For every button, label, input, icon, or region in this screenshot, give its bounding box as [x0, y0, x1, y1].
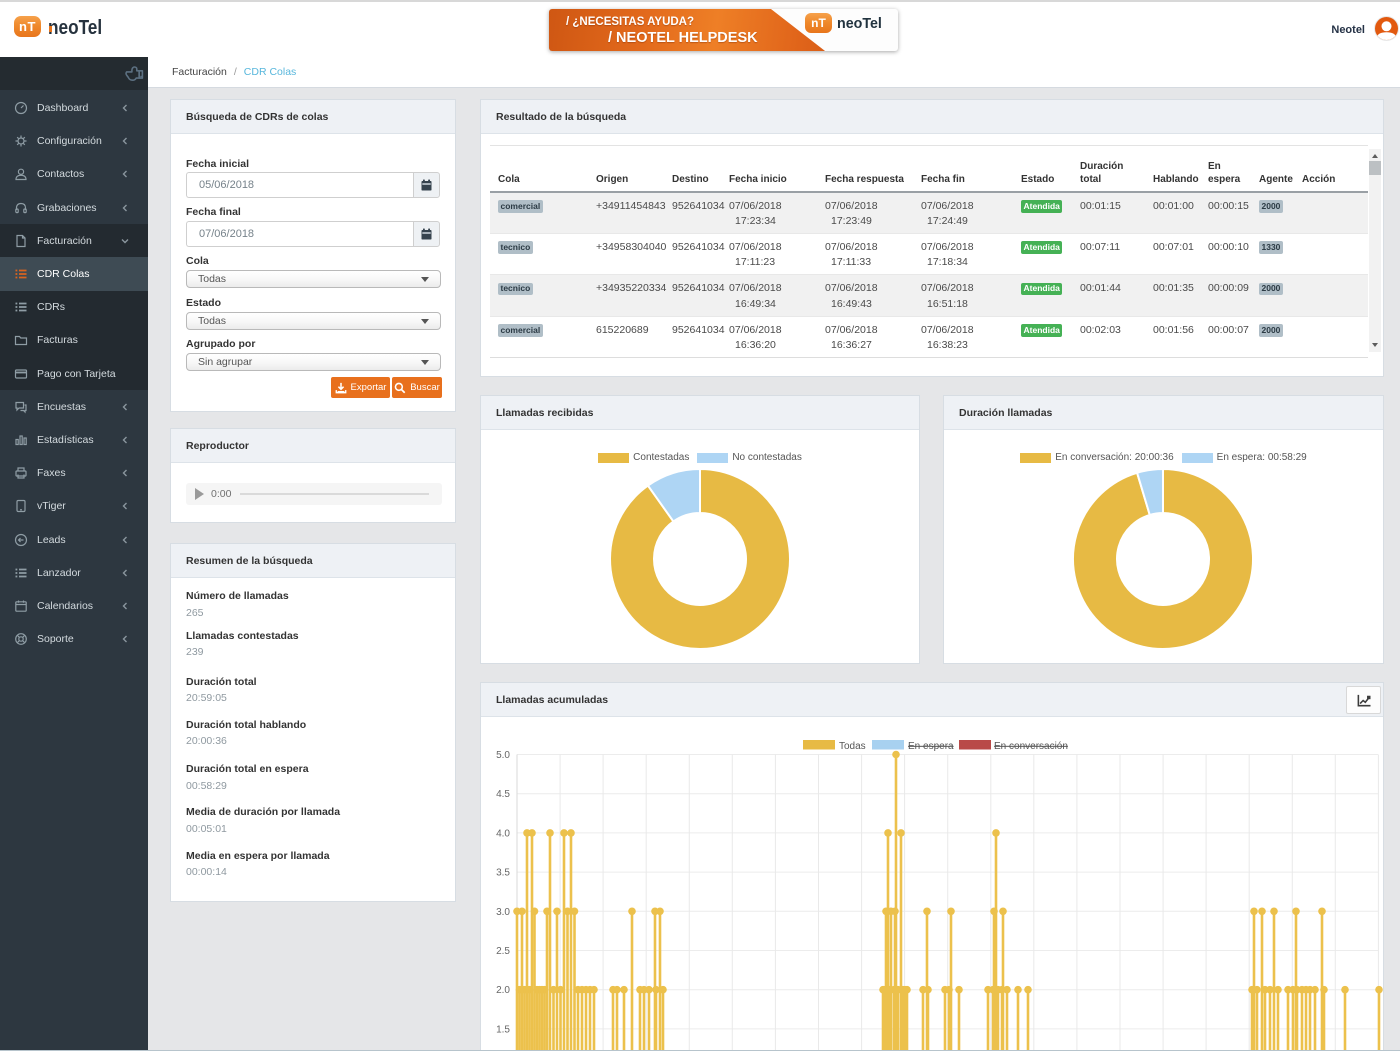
svg-text:Todas: Todas — [839, 741, 866, 752]
svg-text:4.0: 4.0 — [496, 828, 510, 839]
svg-text:3.5: 3.5 — [496, 868, 510, 879]
svg-text:1.5: 1.5 — [496, 1024, 510, 1035]
svg-text:2.5: 2.5 — [496, 946, 510, 957]
svg-text:En espera: En espera — [908, 741, 954, 752]
svg-text:En conversación: En conversación — [994, 741, 1068, 752]
svg-text:2.0: 2.0 — [496, 985, 510, 996]
svg-text:5.0: 5.0 — [496, 750, 510, 761]
svg-text:3.0: 3.0 — [496, 907, 510, 918]
svg-text:4.5: 4.5 — [496, 789, 510, 800]
